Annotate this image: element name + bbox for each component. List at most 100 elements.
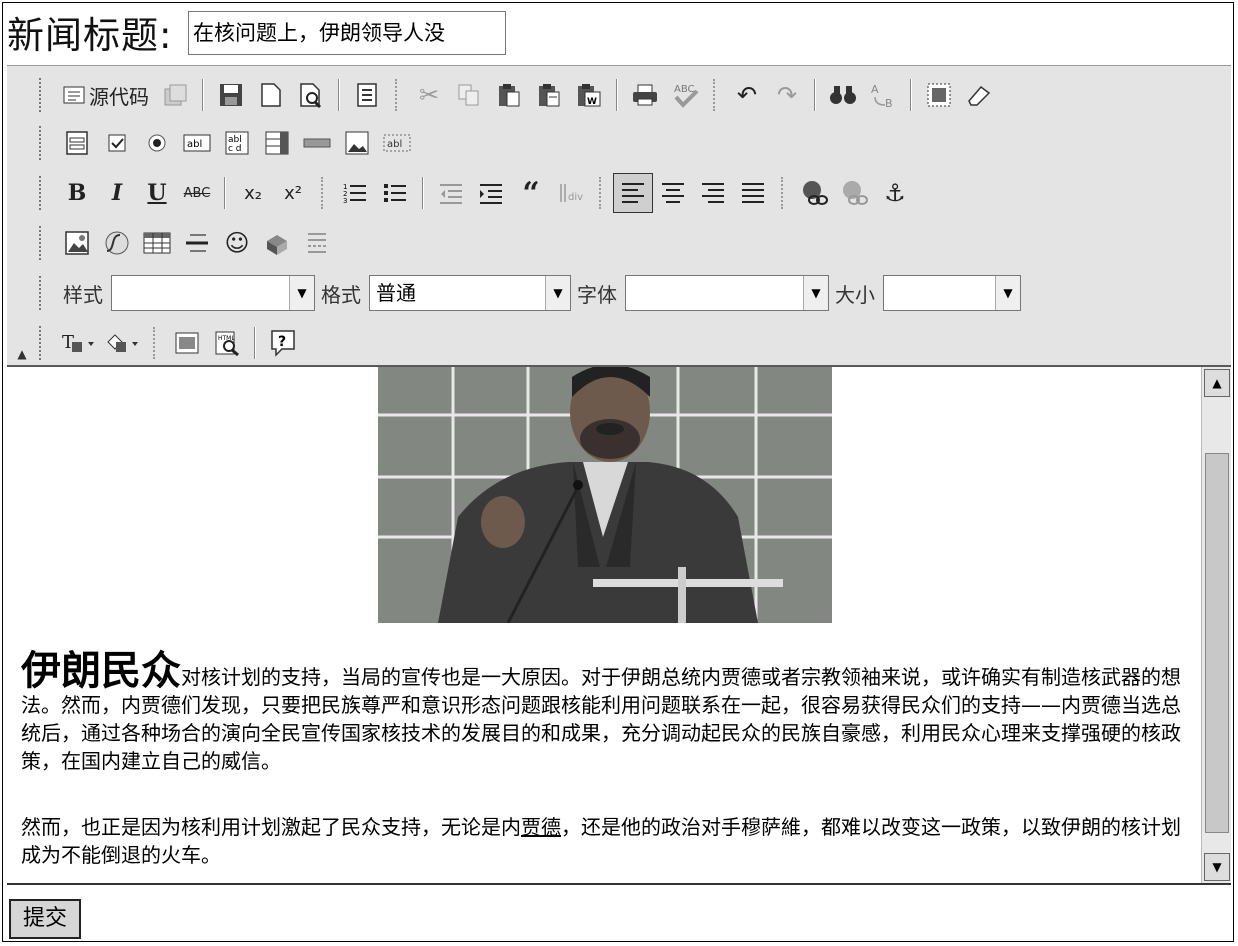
- align-center-icon: [662, 183, 684, 203]
- undo-button[interactable]: ↶: [727, 75, 767, 115]
- preview-icon: [300, 83, 322, 108]
- unlink-button[interactable]: [835, 173, 875, 213]
- div-container-button[interactable]: div: [551, 173, 591, 213]
- toolbar-separator: [153, 327, 159, 359]
- underline-button[interactable]: U: [137, 173, 177, 213]
- toolbar-grip[interactable]: [39, 276, 47, 310]
- bold-button[interactable]: B: [57, 173, 97, 213]
- article-body: 伊朗民众对核计划的支持，当局的宣传也是一大原因。对于伊朗总统内贾德或者宗教领袖来…: [21, 651, 1191, 883]
- paste-text-button[interactable]: [529, 75, 569, 115]
- image-button[interactable]: [57, 223, 97, 263]
- font-select[interactable]: ▼: [625, 275, 829, 311]
- style-select[interactable]: ▼: [111, 275, 315, 311]
- remove-format-button[interactable]: [959, 75, 999, 115]
- text-color-button[interactable]: T: [57, 323, 101, 363]
- smiley-button[interactable]: ☺: [217, 223, 257, 263]
- maximize-icon: [175, 332, 199, 354]
- justify-button[interactable]: [733, 173, 773, 213]
- collapse-toolbar-button[interactable]: ▲: [11, 345, 33, 363]
- image-button-button[interactable]: [337, 123, 377, 163]
- svg-text:3: 3: [343, 197, 347, 205]
- redo-button[interactable]: ↷: [767, 75, 807, 115]
- table-button[interactable]: [137, 223, 177, 263]
- toolbar-grip[interactable]: [39, 176, 47, 210]
- underlined-text: 贾德: [521, 815, 561, 839]
- outdent-button[interactable]: [431, 173, 471, 213]
- horizontal-rule-button[interactable]: [177, 223, 217, 263]
- align-left-button[interactable]: [613, 173, 653, 213]
- align-center-button[interactable]: [653, 173, 693, 213]
- indent-button[interactable]: [471, 173, 511, 213]
- toolbar-separator: [395, 79, 401, 111]
- select-field-button[interactable]: [257, 123, 297, 163]
- submit-button[interactable]: 提交: [9, 899, 81, 939]
- paste-button[interactable]: [489, 75, 529, 115]
- flash-button[interactable]: [97, 223, 137, 263]
- paste-word-button[interactable]: W: [569, 75, 609, 115]
- scroll-thumb[interactable]: [1205, 453, 1229, 833]
- doc-props-button[interactable]: [347, 75, 387, 115]
- chevron-down-icon[interactable]: ▼: [545, 276, 570, 310]
- toolbar-row-6: T HTML ?: [39, 318, 303, 368]
- form-button[interactable]: [57, 123, 97, 163]
- print-icon: [633, 84, 657, 106]
- superscript-button[interactable]: x²: [273, 173, 313, 213]
- source-button[interactable]: 源代码: [57, 75, 155, 115]
- find-button[interactable]: [823, 75, 863, 115]
- checkbox-button[interactable]: [97, 123, 137, 163]
- replace-button[interactable]: AB: [863, 75, 903, 115]
- hidden-field-button[interactable]: abl: [377, 123, 417, 163]
- save-button[interactable]: [211, 75, 251, 115]
- editor-scrollbar[interactable]: ▲ ▼: [1201, 367, 1231, 883]
- news-title-input[interactable]: 在核问题上，伊朗领导人没: [188, 11, 506, 55]
- svg-text:?: ?: [278, 334, 286, 350]
- link-button[interactable]: [795, 173, 835, 213]
- templates-button[interactable]: [155, 75, 195, 115]
- bg-color-button[interactable]: [101, 323, 145, 363]
- italic-button[interactable]: I: [97, 173, 137, 213]
- toolbar-grip[interactable]: [39, 78, 47, 112]
- new-page-button[interactable]: [251, 75, 291, 115]
- copy-button[interactable]: [449, 75, 489, 115]
- textfield-button[interactable]: abl: [177, 123, 217, 163]
- scroll-up-button[interactable]: ▲: [1204, 369, 1230, 397]
- maximize-button[interactable]: [167, 323, 207, 363]
- spellcheck-button[interactable]: ABC: [665, 75, 705, 115]
- subscript-button[interactable]: x₂: [233, 173, 273, 213]
- toolbar-grip[interactable]: [39, 326, 47, 360]
- cut-button[interactable]: ✂: [409, 75, 449, 115]
- strikethrough-button[interactable]: ABC: [177, 173, 217, 213]
- toolbar-grip[interactable]: [39, 126, 47, 160]
- page-break-button[interactable]: [297, 223, 337, 263]
- select-all-button[interactable]: [919, 75, 959, 115]
- special-char-button[interactable]: [257, 223, 297, 263]
- chevron-down-icon[interactable]: ▼: [803, 276, 828, 310]
- eraser-icon: [968, 85, 991, 106]
- textarea-button[interactable]: abl c d: [217, 123, 257, 163]
- help-button[interactable]: ?: [263, 323, 303, 363]
- format-select[interactable]: 普通 ▼: [369, 275, 571, 311]
- anchor-button[interactable]: ⚓: [875, 173, 915, 213]
- toolbar-grip[interactable]: [39, 226, 47, 260]
- show-blocks-button[interactable]: HTML: [207, 323, 247, 363]
- editor-content-area[interactable]: 伊朗民众对核计划的支持，当局的宣传也是一大原因。对于伊朗总统内贾德或者宗教领袖来…: [7, 367, 1231, 885]
- unlink-icon: [843, 181, 868, 205]
- radio-button[interactable]: [137, 123, 177, 163]
- align-right-button[interactable]: [693, 173, 733, 213]
- preview-button[interactable]: [291, 75, 331, 115]
- form-icon: [66, 131, 88, 155]
- chevron-down-icon[interactable]: ▼: [995, 276, 1020, 310]
- image-button-icon: [345, 131, 369, 155]
- print-button[interactable]: [625, 75, 665, 115]
- size-select[interactable]: ▼: [883, 275, 1021, 311]
- spellcheck-icon: ABC: [674, 84, 699, 108]
- numbered-list-button[interactable]: 123: [335, 173, 375, 213]
- scroll-down-button[interactable]: ▼: [1204, 853, 1230, 881]
- bullet-list-button[interactable]: [375, 173, 415, 213]
- button-field-button[interactable]: [297, 123, 337, 163]
- blockquote-button[interactable]: “: [511, 173, 551, 213]
- chevron-down-icon[interactable]: ▼: [289, 276, 314, 310]
- svg-text:div: div: [568, 192, 583, 203]
- svg-text:B: B: [885, 97, 893, 109]
- numbered-list-icon: 123: [343, 183, 366, 205]
